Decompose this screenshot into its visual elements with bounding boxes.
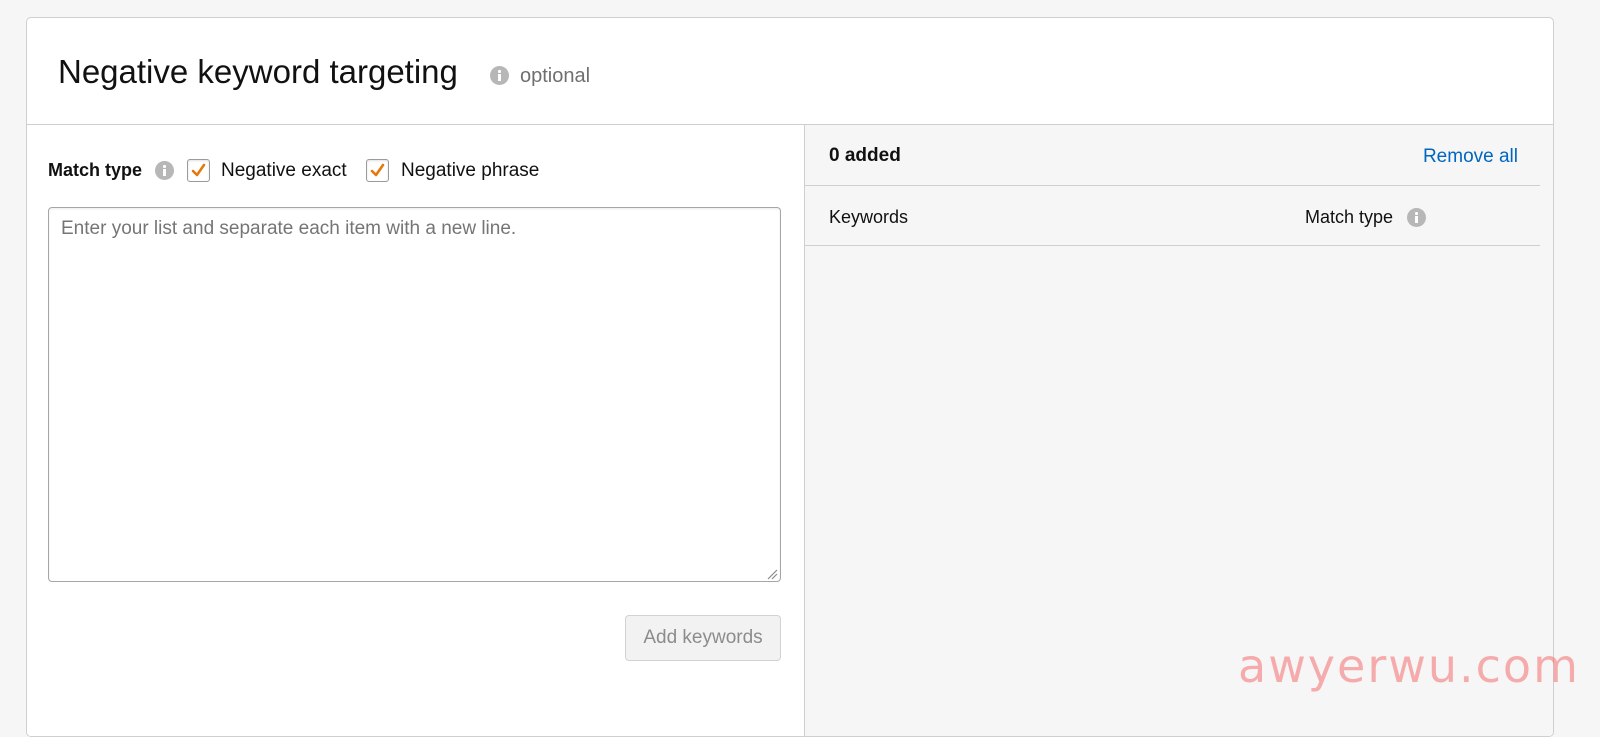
table-header: Keywords Match type	[805, 186, 1540, 246]
watermark: awyerwu.com	[1238, 639, 1580, 693]
section-title: Negative keyword targeting	[58, 53, 458, 90]
keyword-entry-pane: Match type Negative exact Negative phras…	[27, 125, 805, 736]
column-header-keywords: Keywords	[829, 207, 909, 227]
added-count: 0 added	[829, 145, 901, 166]
negative-phrase-label[interactable]: Negative phrase	[401, 160, 539, 182]
keyword-list-input[interactable]	[48, 207, 781, 582]
column-header-match-type: Match type	[1305, 207, 1394, 227]
negative-phrase-checkbox[interactable]	[366, 159, 389, 182]
negative-exact-checkbox[interactable]	[187, 159, 210, 182]
card-header: Negative keyword targeting optional	[27, 18, 1553, 125]
add-keywords-button[interactable]: Add keywords	[625, 615, 781, 661]
negative-keyword-targeting-card: Negative keyword targeting optional Matc…	[26, 17, 1554, 737]
info-icon[interactable]	[490, 66, 509, 85]
info-icon[interactable]	[1407, 208, 1426, 227]
match-type-label: Match type	[48, 160, 143, 180]
info-icon[interactable]	[155, 161, 174, 180]
checkmark-icon	[191, 163, 206, 177]
optional-label: optional	[520, 65, 591, 87]
added-summary-row: 0 added Remove all	[805, 125, 1540, 186]
negative-exact-label[interactable]: Negative exact	[221, 160, 347, 182]
resize-handle-icon[interactable]	[767, 569, 778, 580]
remove-all-link[interactable]: Remove all	[1423, 146, 1518, 168]
checkmark-icon	[370, 163, 385, 177]
